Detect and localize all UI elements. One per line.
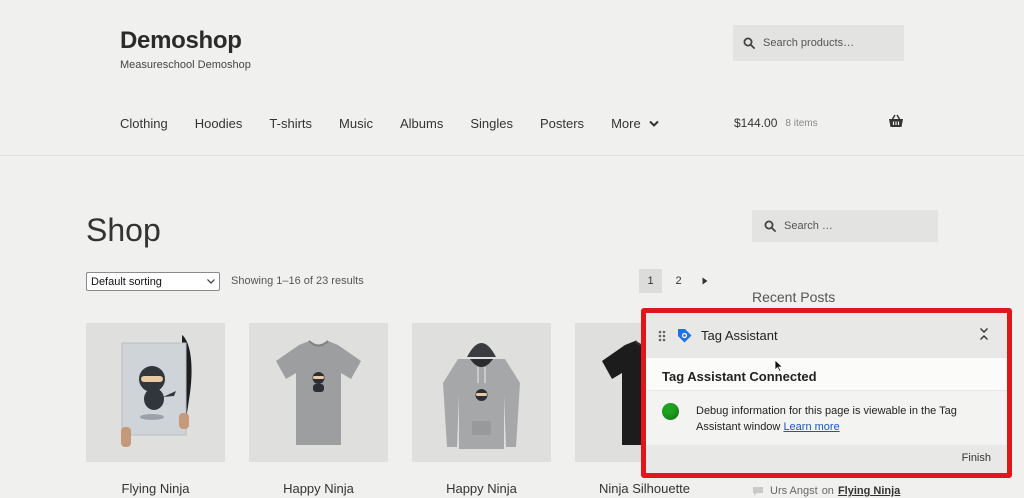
cart-summary[interactable]: $144.00 8 items	[734, 116, 818, 130]
sidebar-search-placeholder: Search …	[784, 220, 833, 232]
header-search-placeholder: Search products…	[763, 37, 855, 49]
mouse-cursor-icon	[774, 359, 783, 372]
search-icon	[764, 220, 776, 232]
site-title[interactable]: Demoshop	[120, 27, 242, 55]
header-divider	[0, 155, 1024, 156]
tag-assistant-header: Tag Assistant	[646, 313, 1007, 358]
pagination-page-2[interactable]: 2	[667, 269, 690, 293]
nav-item-tshirts[interactable]: T-shirts	[269, 116, 312, 131]
chevron-down-icon	[207, 279, 215, 284]
nav-item-singles[interactable]: Singles	[470, 116, 513, 131]
tag-assistant-logo-icon	[678, 329, 692, 343]
hoodie-illustration	[443, 343, 520, 449]
nav-more-label: More	[611, 116, 641, 131]
basket-icon[interactable]	[888, 114, 904, 128]
ninja-poster-illustration	[121, 335, 192, 447]
pagination-next[interactable]	[695, 269, 715, 293]
nav-item-music[interactable]: Music	[339, 116, 373, 131]
product-name[interactable]: Flying Ninja	[86, 481, 225, 496]
sort-select-value: Default sorting	[91, 275, 162, 288]
comment-author: Urs Angst	[770, 485, 818, 497]
nav-item-hoodies[interactable]: Hoodies	[195, 116, 243, 131]
cart-count: 8 items	[785, 117, 818, 129]
tag-assistant-title: Tag Assistant	[701, 328, 778, 343]
tag-assistant-message-row: Debug information for this page is viewa…	[646, 391, 1007, 445]
pagination-page-1[interactable]: 1	[639, 269, 662, 293]
tag-assistant-footer: Finish	[646, 445, 1007, 473]
primary-nav: Clothing Hoodies T-shirts Music Albums S…	[120, 116, 686, 131]
product-image-flying-ninja[interactable]	[86, 323, 225, 462]
cart-amount: $144.00	[734, 116, 778, 130]
comment-post-link[interactable]: Flying Ninja	[838, 485, 900, 497]
nav-item-albums[interactable]: Albums	[400, 116, 443, 131]
product-name[interactable]: Happy Ninja	[412, 481, 551, 496]
product-name[interactable]: Happy Ninja	[249, 481, 388, 496]
nav-item-posters[interactable]: Posters	[540, 116, 584, 131]
result-count: Showing 1–16 of 23 results	[231, 275, 364, 287]
product-name[interactable]: Ninja Silhouette	[575, 481, 714, 496]
page-title: Shop	[86, 212, 161, 248]
comment-icon	[753, 487, 763, 496]
recent-posts-heading: Recent Posts	[752, 289, 836, 305]
comment-on: on	[821, 485, 834, 497]
drag-handle-icon[interactable]	[658, 330, 666, 342]
tag-assistant-panel: Tag Assistant Tag Assistant Connected De…	[641, 308, 1012, 478]
product-image-happy-ninja-tshirt[interactable]	[249, 323, 388, 462]
header-search-input[interactable]: Search products…	[733, 25, 904, 61]
finish-button[interactable]: Finish	[962, 452, 991, 464]
chevron-right-icon	[702, 277, 708, 285]
tshirt-illustration	[276, 340, 361, 445]
nav-item-more[interactable]: More	[611, 116, 659, 131]
tag-assistant-message: Debug information for this page is viewa…	[696, 403, 997, 445]
recent-comment: Urs Angst on Flying Ninja	[752, 485, 900, 497]
site-tagline: Measureschool Demoshop	[120, 59, 251, 71]
chevron-down-icon	[648, 120, 659, 127]
tag-assistant-status: Tag Assistant Connected	[646, 358, 1007, 391]
product-image-happy-ninja-hoodie[interactable]	[412, 323, 551, 462]
sidebar-search-input[interactable]: Search …	[752, 210, 938, 242]
nav-item-clothing[interactable]: Clothing	[120, 116, 168, 131]
search-icon	[743, 37, 755, 49]
connected-status-dot	[662, 403, 679, 420]
collapse-icon[interactable]	[979, 327, 989, 341]
learn-more-link[interactable]: Learn more	[783, 421, 839, 433]
sort-select[interactable]: Default sorting	[86, 272, 220, 291]
